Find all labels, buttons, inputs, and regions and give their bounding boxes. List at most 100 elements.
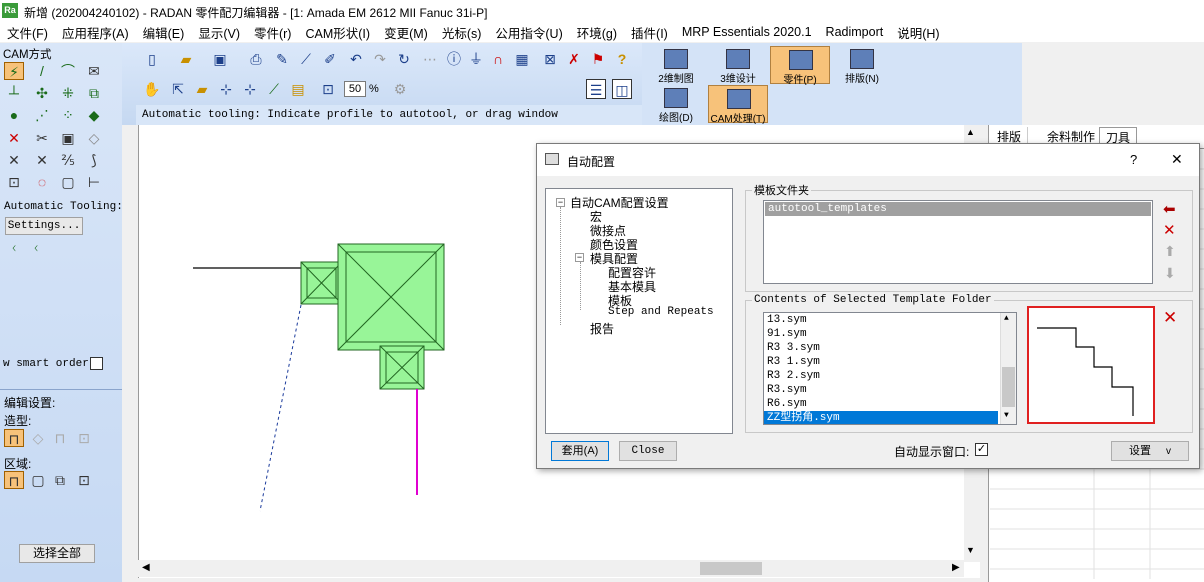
disabled-tool-icon[interactable]: ◇ [84, 129, 104, 147]
menu-cursor[interactable]: 光标(s) [435, 23, 489, 42]
grid-punch-icon[interactable]: ⁜ [58, 84, 78, 102]
line-hit-icon[interactable]: ⋰ [32, 106, 52, 124]
tool-hit-icon[interactable]: ✉ [84, 62, 104, 80]
menu-part[interactable]: 零件(r) [247, 23, 299, 42]
select-part-icon[interactable]: ⊹ [216, 79, 236, 99]
move-part-icon[interactable]: ⇱ [168, 79, 188, 99]
tool-a-icon[interactable]: ᚲ [4, 239, 24, 257]
tree-item-step-repeats[interactable]: Step and Repeats [608, 306, 714, 318]
filter-icon[interactable]: ⏚ [466, 49, 486, 69]
menu-common-commands[interactable]: 公用指令(U) [488, 23, 569, 42]
tree-item-report[interactable]: 报告 [590, 320, 614, 337]
region-add-icon[interactable]: ▢ [28, 471, 48, 489]
settings-tree[interactable]: − 自动CAM配置设置 宏 微接点 颜色设置 − 模具配置 配置容许 基本模具 … [545, 188, 733, 434]
shape-alt-icon[interactable]: ◇ [28, 429, 48, 447]
undo-icon[interactable]: ↶ [346, 49, 366, 69]
dimension-icon[interactable]: ⊢ [84, 173, 104, 191]
nibble-tool-icon[interactable]: ✣ [32, 84, 52, 102]
magnet-icon[interactable]: ∩ [488, 49, 508, 69]
menu-file[interactable]: 文件(F) [0, 23, 55, 42]
close-button[interactable]: Close [619, 441, 677, 461]
menu-help[interactable]: 说明(H) [890, 23, 946, 42]
delete-tool-icon[interactable]: ✕ [4, 129, 24, 147]
dialog-help-button[interactable]: ? [1130, 152, 1137, 167]
tree-tooling-collapse-icon[interactable]: − [575, 253, 584, 262]
scroll-up-icon[interactable]: ▲ [966, 127, 975, 137]
copy-tool-icon[interactable]: ⧉ [84, 84, 104, 102]
single-hit-icon[interactable]: ● [4, 106, 24, 124]
menu-mrp-essentials[interactable]: MRP Essentials 2020.1 [675, 25, 819, 39]
split-vertical-icon[interactable]: ◫ [612, 79, 632, 99]
measure-icon[interactable]: ⟋ [296, 49, 316, 69]
zoom-fit-icon[interactable]: ⊡ [318, 79, 338, 99]
mode-drawing-button[interactable]: 绘图(D) [646, 85, 706, 124]
auto-show-checkbox[interactable]: ✓ [975, 443, 988, 456]
file-list-scrollbar[interactable]: ▲ ▼ [1000, 313, 1016, 424]
frame-icon[interactable]: ▢ [58, 173, 78, 191]
redo-icon[interactable]: ↷ [370, 49, 390, 69]
menu-plugins[interactable]: 插件(I) [624, 23, 675, 42]
scroll-thumb[interactable] [700, 562, 762, 575]
mode-part-button[interactable]: 零件(P) [770, 46, 830, 86]
order-icon[interactable]: ⅖ [58, 151, 78, 169]
tool-pen-icon[interactable]: ⟋ [264, 79, 284, 99]
punch-tool-icon[interactable]: ┴ [4, 84, 24, 102]
template-folder-list[interactable]: autotool_templates [763, 200, 1153, 284]
zoom-value-field[interactable]: 50 [344, 81, 366, 97]
dialog-settings-button[interactable]: 设置 v [1111, 441, 1189, 461]
connect-icon[interactable]: ⋯ [420, 49, 440, 69]
pan-hand-icon[interactable]: ✋ [142, 79, 162, 99]
file-scroll-up-icon[interactable]: ▲ [1004, 314, 1009, 323]
file-scroll-down-icon[interactable]: ▼ [1004, 411, 1009, 420]
remove-folder-icon[interactable]: ✕ [1163, 221, 1176, 239]
cross-icon[interactable]: ✕ [4, 151, 24, 169]
refresh-icon[interactable]: ↻ [394, 49, 414, 69]
add-folder-icon[interactable]: ⬅ [1163, 200, 1176, 218]
template-file-item[interactable]: 91.sym [764, 327, 1016, 341]
help-icon[interactable]: ? [612, 49, 632, 69]
spring-icon[interactable]: ⟆ [84, 151, 104, 169]
template-file-item[interactable]: R3 2.sym [764, 369, 1016, 383]
mode-2d-drafting-button[interactable]: 2维制图 [646, 46, 706, 85]
region-select-icon[interactable]: ⊓ [4, 471, 24, 489]
folder-part-icon[interactable]: ▰ [192, 79, 212, 99]
menu-modify[interactable]: 变更(M) [377, 23, 435, 42]
scissor-icon[interactable]: ✂ [32, 129, 52, 147]
cursor-help-icon[interactable]: ⚑ [588, 49, 608, 69]
template-file-item[interactable]: R6.sym [764, 397, 1016, 411]
rotate-icon[interactable]: ◌ [32, 173, 52, 191]
settings-button[interactable]: Settings... [5, 217, 83, 235]
save-icon[interactable]: ▣ [210, 49, 230, 69]
zoom-tool-icon[interactable]: ⚙ [390, 79, 410, 99]
smart-order-checkbox[interactable] [90, 357, 103, 370]
tool-library-icon[interactable]: ▤ [288, 79, 308, 99]
move-down-icon[interactable]: ⬇ [1164, 265, 1176, 282]
tool-lib-icon[interactable]: ▣ [58, 129, 78, 147]
edit-part-icon[interactable]: ⊹ [240, 79, 260, 99]
template-file-item[interactable]: R3 1.sym [764, 355, 1016, 369]
print-icon[interactable]: ⎙ [246, 49, 266, 69]
shape-move-icon[interactable]: ⊓ [50, 429, 70, 447]
tree-collapse-icon[interactable]: − [556, 198, 565, 207]
menu-edit[interactable]: 编辑(E) [136, 23, 192, 42]
move-up-icon[interactable]: ⬆ [1164, 243, 1176, 260]
menu-application[interactable]: 应用程序(A) [55, 23, 136, 42]
select-all-button[interactable]: 选择全部 [19, 544, 95, 563]
cross-alt-icon[interactable]: ✕ [32, 151, 52, 169]
region-copy-icon[interactable]: ⊡ [74, 471, 94, 489]
tool-b-icon[interactable]: ᚲ [26, 239, 46, 257]
pencil-tool-icon[interactable]: / [32, 62, 52, 80]
grid-icon[interactable]: ▦ [512, 49, 532, 69]
remove-template-icon[interactable]: ✕ [1163, 308, 1177, 328]
region-move-icon[interactable]: ⧉ [50, 471, 70, 489]
pen-alt-icon[interactable]: ✐ [320, 49, 340, 69]
shape-select-icon[interactable]: ⊓ [4, 429, 24, 447]
mode-nest-button[interactable]: 排版(N) [832, 46, 892, 85]
arc-tool-icon[interactable]: ⌒ [58, 62, 78, 80]
autotool-icon[interactable]: ⚡ [4, 62, 24, 80]
info-icon[interactable]: ⓘ [444, 49, 464, 69]
mode-3d-design-button[interactable]: 3维设计 [708, 46, 768, 85]
diamond-tool-icon[interactable]: ◆ [84, 106, 104, 124]
shape-copy-icon[interactable]: ⊡ [74, 429, 94, 447]
dialog-close-button[interactable]: ✕ [1171, 151, 1183, 168]
